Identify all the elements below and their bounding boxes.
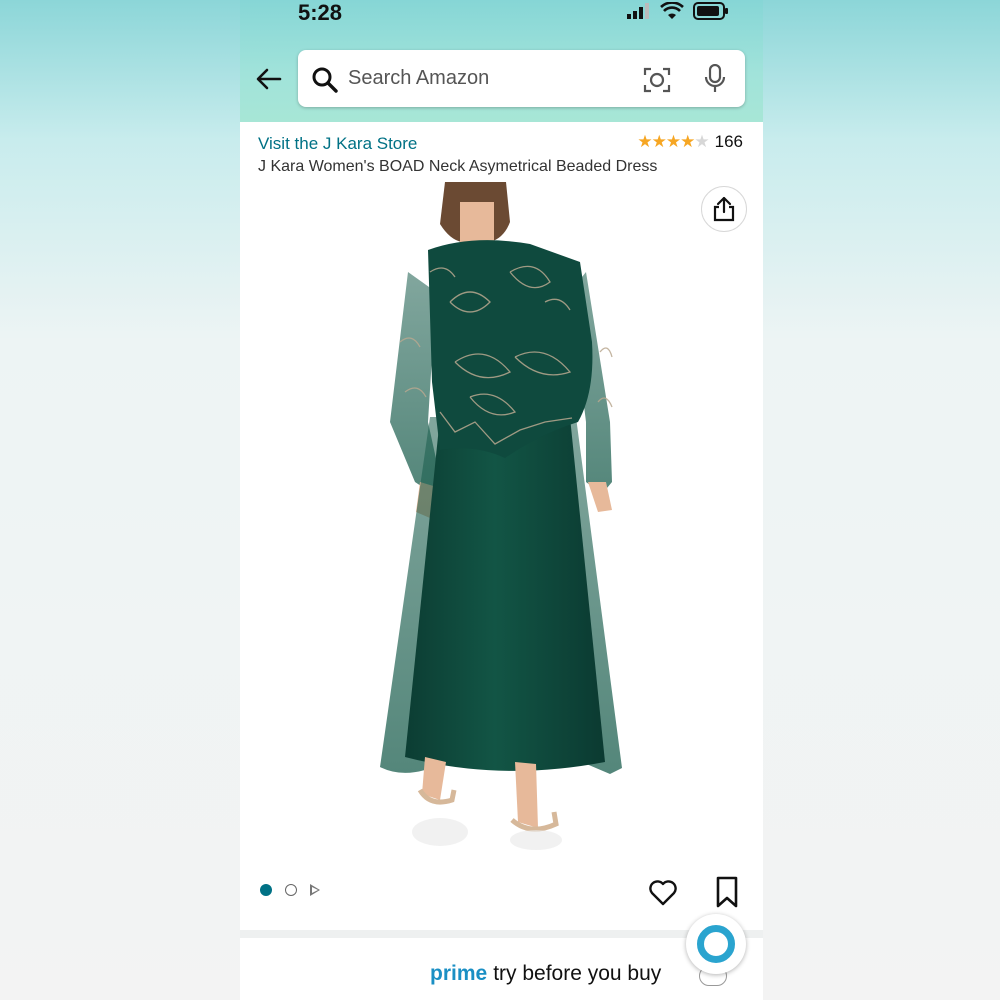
section-divider	[240, 930, 763, 938]
background-right	[760, 0, 1000, 1000]
alexa-icon	[697, 925, 735, 963]
prime-try-before-you-buy[interactable]: prime try before you buy	[430, 962, 661, 986]
review-count: 166	[714, 132, 743, 151]
background-left	[0, 0, 240, 1000]
prime-text: try before you buy	[493, 962, 662, 985]
dress-photo	[380, 182, 622, 850]
cellular-signal-icon	[627, 3, 649, 19]
pager-dot[interactable]	[285, 884, 297, 896]
camera-lens-icon[interactable]	[643, 66, 671, 94]
back-arrow-icon	[256, 68, 282, 90]
status-time: 5:28	[298, 0, 343, 25]
pager-dot-active[interactable]	[260, 884, 272, 896]
prime-logo: prime	[430, 962, 488, 985]
microphone-icon[interactable]	[704, 64, 726, 94]
bookmark-icon	[716, 876, 738, 908]
share-button[interactable]	[701, 186, 747, 232]
search-box[interactable]	[298, 50, 745, 107]
search-input[interactable]	[348, 50, 628, 107]
wifi-icon	[660, 2, 684, 19]
search-icon	[312, 67, 338, 93]
save-button[interactable]	[714, 876, 740, 913]
product-title: J Kara Women's BOAD Neck Asymetrical Bea…	[258, 158, 658, 175]
battery-icon	[693, 2, 728, 20]
product-image[interactable]	[240, 182, 763, 852]
store-link[interactable]: Visit the J Kara Store	[258, 134, 417, 154]
status-icons	[627, 2, 729, 20]
play-icon[interactable]	[310, 884, 320, 896]
heart-icon	[649, 880, 677, 906]
rating[interactable]: ★★★★★ 166	[637, 132, 743, 152]
image-pager[interactable]	[260, 884, 320, 896]
alexa-button[interactable]	[686, 914, 746, 974]
phone-screen: 5:28 Search Amazon Visit the J Kara Stor…	[240, 0, 763, 1000]
back-button[interactable]	[254, 64, 286, 96]
wishlist-button[interactable]	[648, 878, 678, 911]
share-icon	[713, 196, 735, 222]
rating-stars: ★★★★★	[637, 132, 709, 151]
